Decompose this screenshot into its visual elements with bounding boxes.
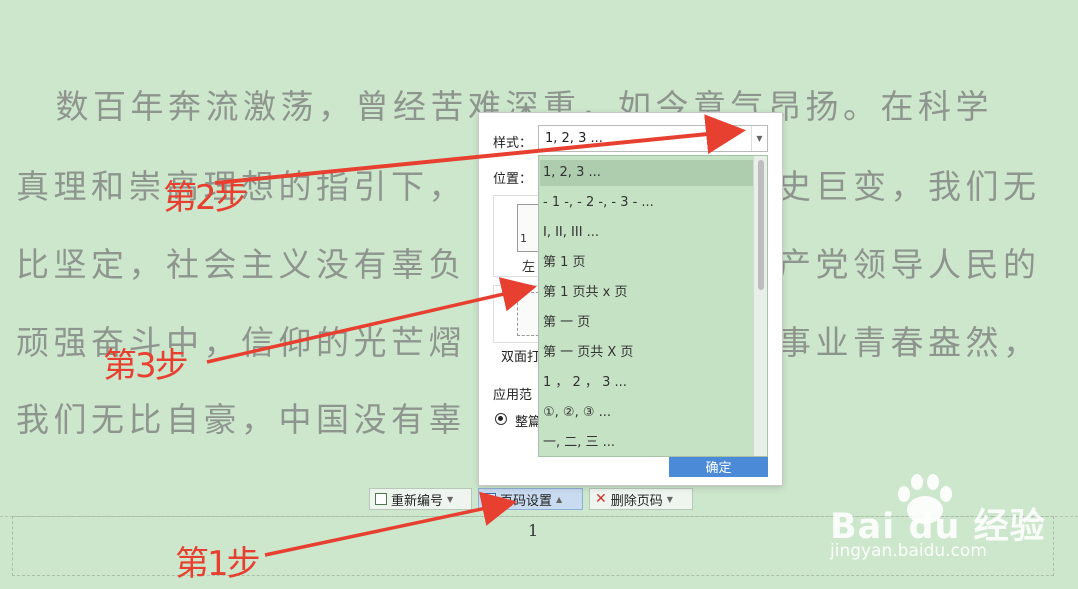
step1-arrow (264, 491, 517, 557)
step2-arrow (214, 114, 746, 185)
watermark-url: jingyan.baidu.com (830, 541, 987, 561)
step3-label: 第3步 (103, 346, 189, 386)
step3-arrow (206, 277, 537, 364)
step1-label: 第1步 (175, 544, 261, 584)
step2-label: 第2步 (163, 178, 249, 218)
